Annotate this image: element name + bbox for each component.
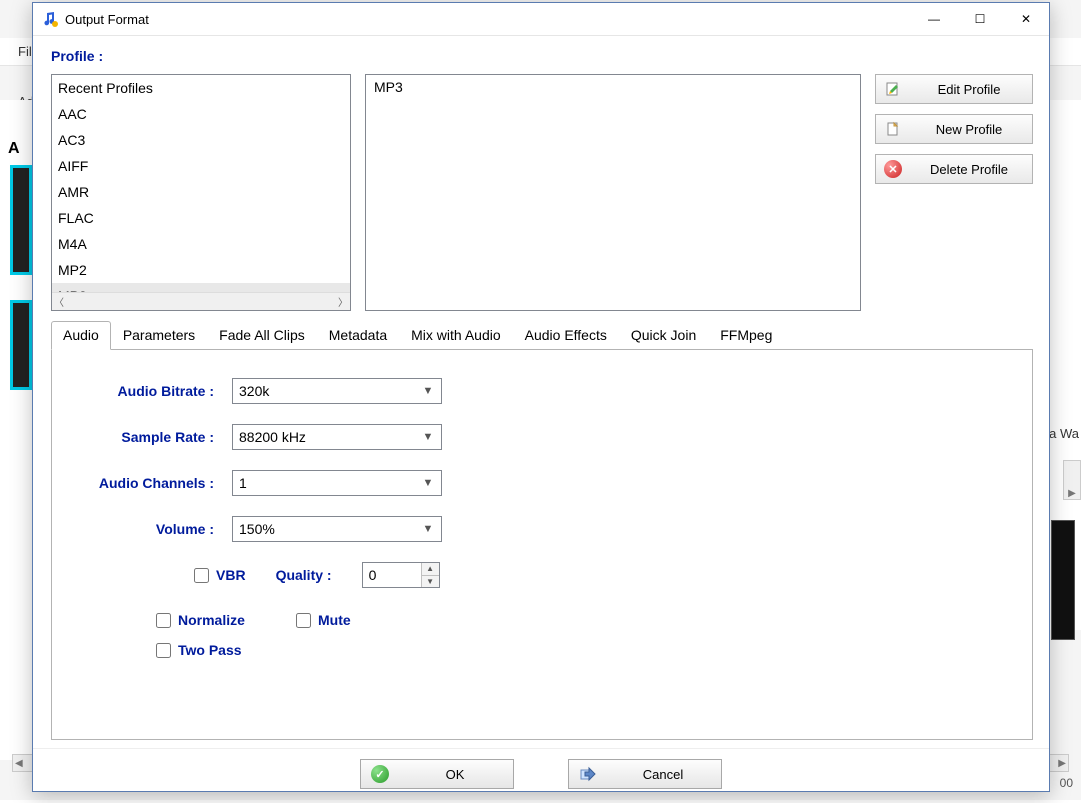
new-icon: [884, 120, 902, 138]
new-profile-label: New Profile: [914, 122, 1024, 137]
ok-button[interactable]: ✓ OK: [360, 759, 514, 789]
profile-detail-box[interactable]: MP3: [365, 74, 861, 311]
maximize-button[interactable]: ☐: [957, 3, 1003, 35]
normalize-checkbox[interactable]: Normalize: [156, 612, 286, 628]
ok-icon: ✓: [371, 765, 389, 783]
format-item[interactable]: MP2: [52, 257, 350, 283]
chevron-down-icon: ▼: [419, 471, 437, 495]
format-item[interactable]: Recent Profiles: [52, 75, 350, 101]
samplerate-select[interactable]: 88200 kHz ▼: [232, 424, 442, 450]
tab-mix-with-audio[interactable]: Mix with Audio: [399, 321, 512, 350]
mute-label: Mute: [318, 612, 351, 628]
delete-profile-label: Delete Profile: [914, 162, 1024, 177]
tab-fade-all-clips[interactable]: Fade All Clips: [207, 321, 317, 350]
volume-value: 150%: [239, 521, 275, 537]
output-format-dialog: Output Format — ☐ ✕ Profile : Recent Pro…: [32, 2, 1050, 792]
bg-thumbnail-2: [10, 300, 32, 390]
bg-dark-panel: [1051, 520, 1075, 640]
quality-value: 0: [363, 563, 421, 587]
vbr-checkbox[interactable]: VBR: [194, 567, 246, 583]
volume-select[interactable]: 150% ▼: [232, 516, 442, 542]
tab-quick-join[interactable]: Quick Join: [619, 321, 708, 350]
tab-ffmpeg[interactable]: FFMpeg: [708, 321, 784, 350]
twopass-label: Two Pass: [178, 642, 242, 658]
mute-checkbox[interactable]: Mute: [296, 612, 426, 628]
profile-detail-text: MP3: [374, 79, 403, 95]
tab-metadata[interactable]: Metadata: [317, 321, 399, 350]
edit-icon: [884, 80, 902, 98]
bg-file-menu: Fil: [18, 44, 32, 59]
vbr-checkbox-input[interactable]: [194, 568, 209, 583]
twopass-checkbox-input[interactable]: [156, 643, 171, 658]
chevron-down-icon: ▼: [419, 425, 437, 449]
edit-profile-button[interactable]: Edit Profile: [875, 74, 1033, 104]
bg-close-icon[interactable]: ✕: [1075, 2, 1081, 34]
bg-right-scroll[interactable]: ▶: [1063, 460, 1081, 500]
delete-profile-button[interactable]: ✕ Delete Profile: [875, 154, 1033, 184]
window-title: Output Format: [65, 12, 149, 27]
close-button[interactable]: ✕: [1003, 3, 1049, 35]
tabs: AudioParametersFade All ClipsMetadataMix…: [51, 321, 1033, 350]
audio-tab-panel: Audio Bitrate : 320k ▼ Sample Rate : 882…: [51, 350, 1033, 740]
format-item[interactable]: AMR: [52, 179, 350, 205]
spinner-down-icon[interactable]: ▼: [422, 576, 439, 588]
bitrate-label: Audio Bitrate :: [76, 383, 232, 399]
format-item[interactable]: AC3: [52, 127, 350, 153]
bitrate-select[interactable]: 320k ▼: [232, 378, 442, 404]
ok-label: OK: [407, 767, 503, 782]
bitrate-value: 320k: [239, 383, 269, 399]
format-item[interactable]: AIFF: [52, 153, 350, 179]
tab-parameters[interactable]: Parameters: [111, 321, 207, 350]
new-profile-button[interactable]: New Profile: [875, 114, 1033, 144]
quality-label: Quality :: [276, 567, 332, 583]
chevron-down-icon: ▼: [419, 379, 437, 403]
format-list-hscroll[interactable]: 〈〉: [52, 292, 350, 310]
minimize-button[interactable]: —: [911, 3, 957, 35]
normalize-checkbox-input[interactable]: [156, 613, 171, 628]
format-item[interactable]: FLAC: [52, 205, 350, 231]
cancel-icon: [579, 765, 597, 783]
spinner-up-icon[interactable]: ▲: [422, 563, 439, 576]
format-item[interactable]: AAC: [52, 101, 350, 127]
tab-audio[interactable]: Audio: [51, 321, 111, 350]
delete-icon: ✕: [884, 160, 902, 178]
tab-audio-effects[interactable]: Audio Effects: [513, 321, 619, 350]
twopass-checkbox[interactable]: Two Pass: [156, 642, 286, 658]
titlebar[interactable]: Output Format — ☐ ✕: [33, 3, 1049, 36]
format-item[interactable]: MP3: [52, 283, 350, 292]
channels-select[interactable]: 1 ▼: [232, 470, 442, 496]
app-icon: [41, 10, 59, 28]
bg-header-a: A: [8, 140, 20, 158]
samplerate-value: 88200 kHz: [239, 429, 306, 445]
bg-thumbnail-1: [10, 165, 32, 275]
vbr-label: VBR: [216, 567, 246, 583]
channels-label: Audio Channels :: [76, 475, 232, 491]
normalize-label: Normalize: [178, 612, 245, 628]
cancel-label: Cancel: [615, 767, 711, 782]
bg-right-text: a Wa: [1049, 426, 1079, 441]
channels-value: 1: [239, 475, 247, 491]
quality-spinner[interactable]: 0 ▲ ▼: [362, 562, 440, 588]
format-item[interactable]: M4A: [52, 231, 350, 257]
edit-profile-label: Edit Profile: [914, 82, 1024, 97]
cancel-button[interactable]: Cancel: [568, 759, 722, 789]
volume-label: Volume :: [76, 521, 232, 537]
bg-time-text: 00: [1060, 776, 1073, 790]
profile-label: Profile :: [51, 48, 1033, 64]
mute-checkbox-input[interactable]: [296, 613, 311, 628]
chevron-down-icon: ▼: [419, 517, 437, 541]
samplerate-label: Sample Rate :: [76, 429, 232, 445]
format-list[interactable]: Recent ProfilesAACAC3AIFFAMRFLACM4AMP2MP…: [51, 74, 351, 311]
